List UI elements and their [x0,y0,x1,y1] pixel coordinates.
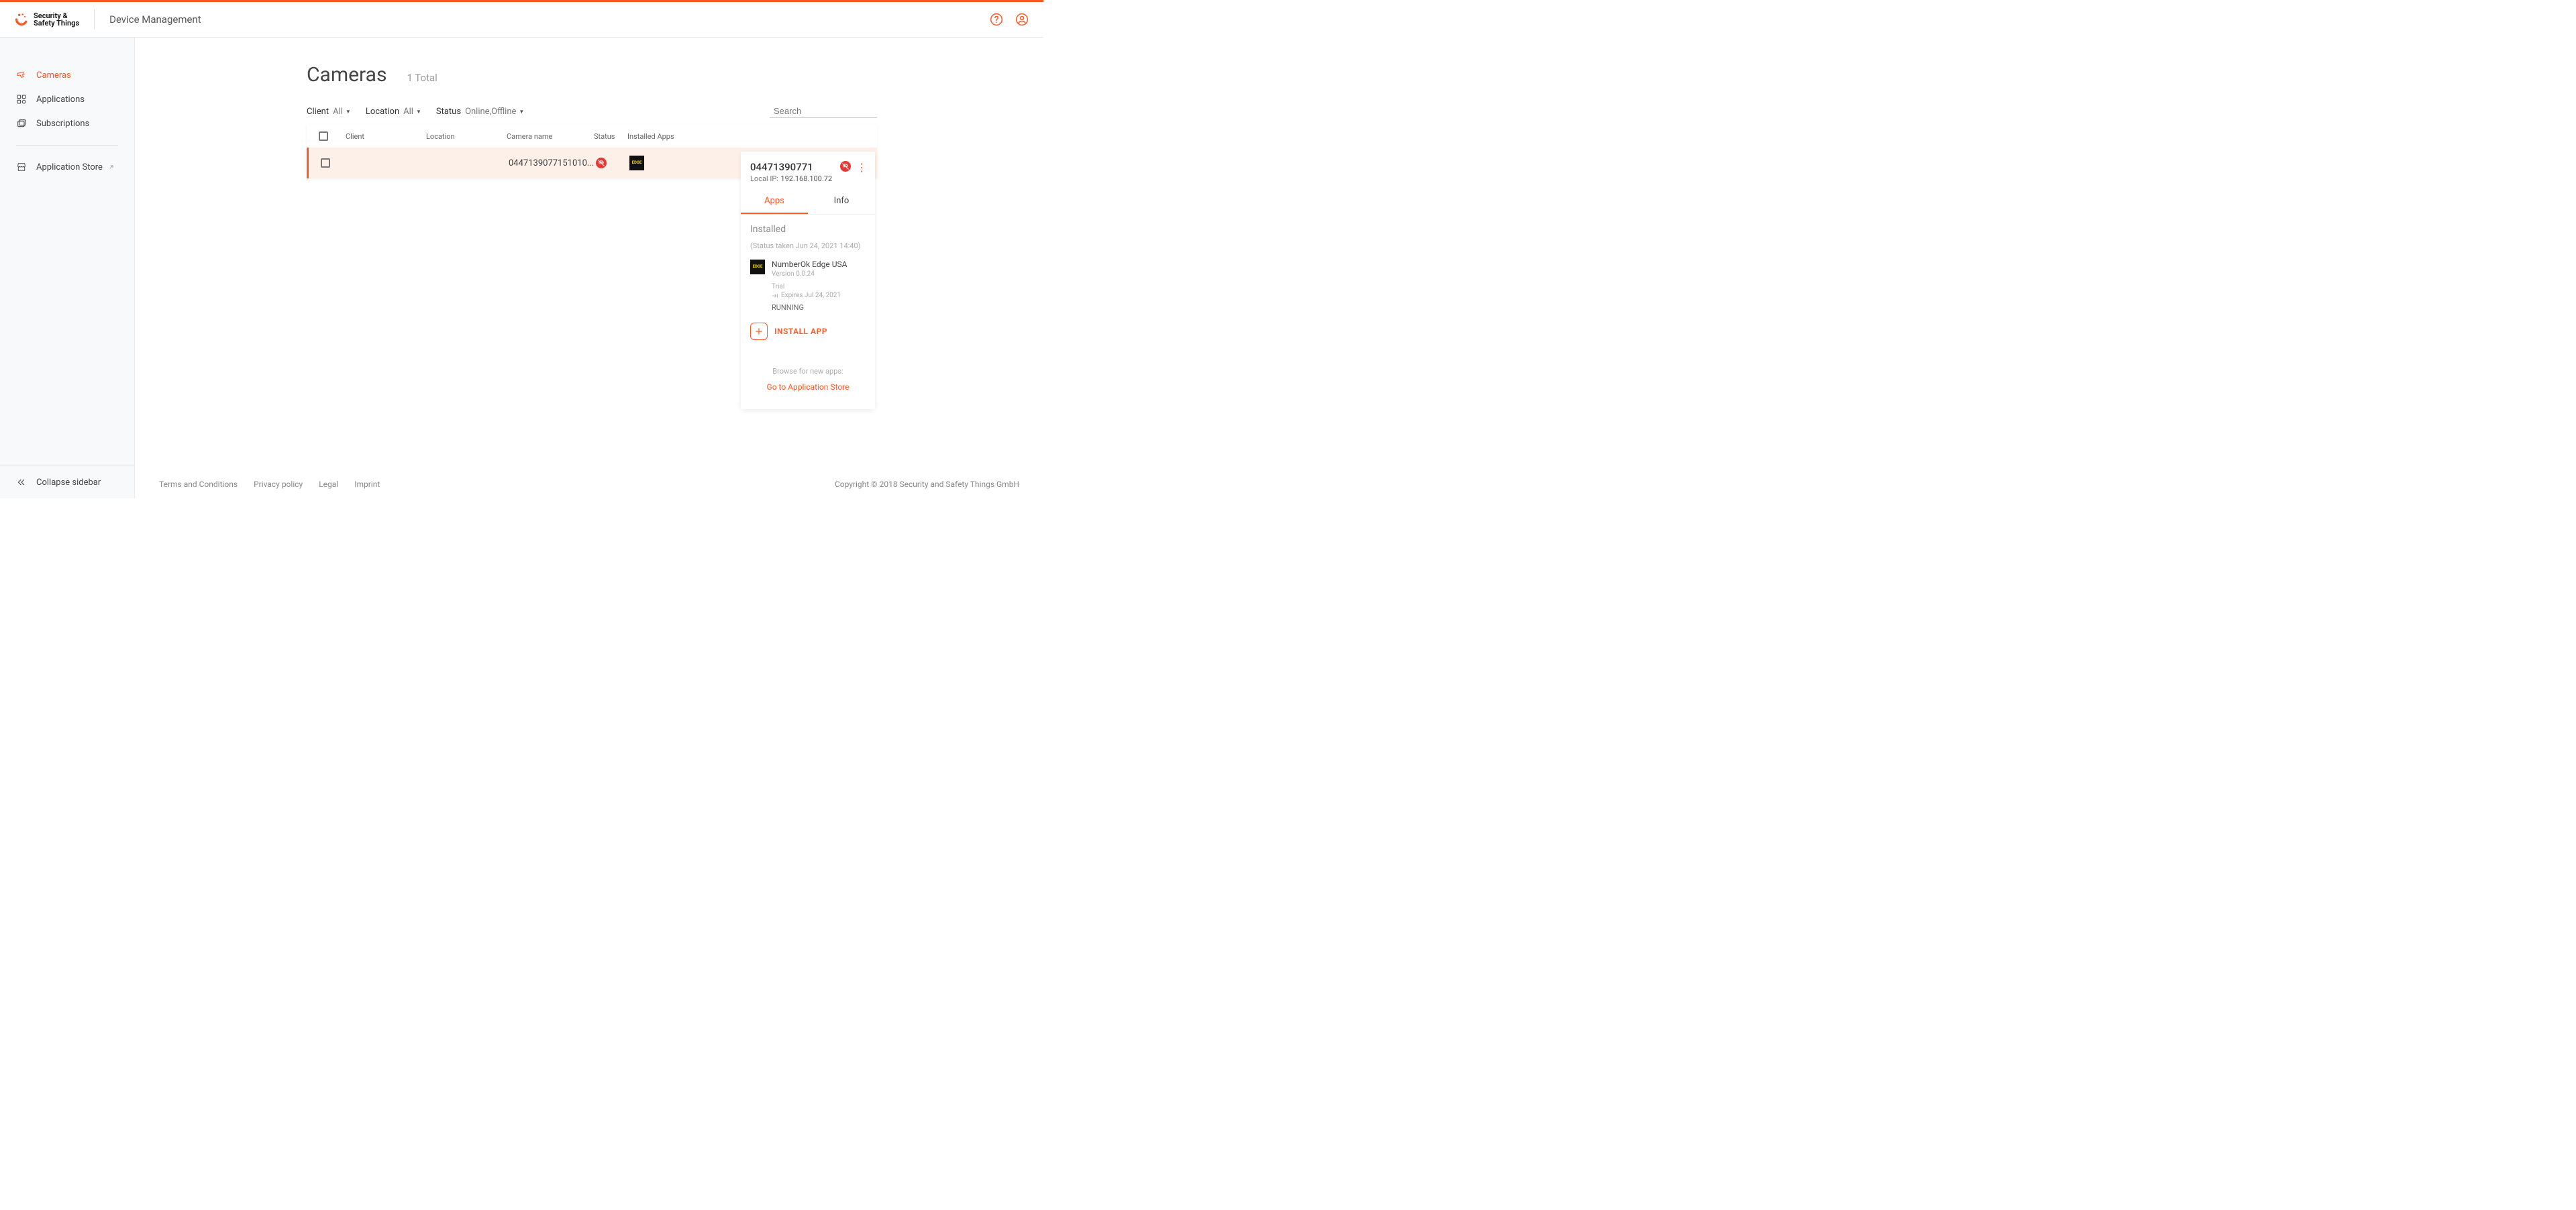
detail-ip-label: Local IP: [750,174,778,183]
app-state: RUNNING [772,303,866,312]
footer-link-privacy[interactable]: Privacy policy [254,480,303,489]
main-content: Cameras 1 Total Client All ▼ Location Al… [135,38,1043,498]
th-status[interactable]: Status [594,132,627,141]
filter-status[interactable]: Status Online,Offline ▼ [436,107,524,117]
page-title: Cameras [307,63,387,87]
filter-value: All [333,107,343,117]
camera-icon [16,70,27,80]
footer-link-legal[interactable]: Legal [319,480,338,489]
tab-apps[interactable]: Apps [741,189,808,214]
browse-apps-label: Browse for new apps: [750,367,866,376]
app-expiry: Expires Jul 24, 2021 [772,292,866,299]
th-camera-name[interactable]: Camera name [507,132,594,141]
app-name: NumberOk Edge USA [772,260,866,269]
offline-status-icon [840,161,851,172]
sidebar-item-store[interactable]: Application Store [0,155,134,179]
chevron-down-icon: ▼ [416,109,421,115]
chevron-double-left-icon [16,477,27,488]
install-app-label: INSTALL APP [774,327,827,336]
th-location[interactable]: Location [426,132,507,141]
footer-link-imprint[interactable]: Imprint [354,480,380,489]
detail-tabs: Apps Info [741,189,875,215]
sidebar-item-cameras[interactable]: Cameras [0,63,134,87]
filter-value: Online,Offline [465,107,516,117]
app-thumbnail: EDGE [750,260,765,274]
filter-label: Location [366,107,399,117]
sidebar-divider [16,145,118,146]
external-link-icon [108,164,115,170]
installed-app-item[interactable]: EDGE NumberOk Edge USA Version 0.0.24 Tr… [750,260,866,312]
cell-camera-name: 0447139077151010... [509,158,596,168]
filter-label: Client [307,107,329,117]
th-client[interactable]: Client [346,132,426,141]
cell-status [596,158,629,169]
footer-copyright: Copyright © 2018 Security and Safety Thi… [835,480,1019,489]
select-all-checkbox[interactable] [319,131,328,141]
filters-row: Client All ▼ Location All ▼ Status Onlin… [307,105,877,118]
table-header: Client Location Camera name Status Insta… [307,125,877,148]
brand-text: Security & Safety Things [34,12,79,27]
filter-client[interactable]: Client All ▼ [307,107,351,117]
detail-section-title: Installed [750,224,866,235]
filter-value: All [403,107,413,117]
help-icon[interactable] [990,13,1003,26]
sidebar-item-subscriptions[interactable]: Subscriptions [0,111,134,135]
app-trial-label: Trial [772,283,866,290]
brand-logo[interactable]: Security & Safety Things [15,12,79,27]
plus-icon [750,323,768,340]
brand-mark-icon [15,13,28,26]
row-checkbox[interactable] [321,158,330,168]
arrow-right-to-line-icon [772,292,778,299]
go-to-store-link[interactable]: Go to Application Store [750,382,866,392]
footer: Terms and Conditions Privacy policy Lega… [135,470,1043,498]
th-installed-apps[interactable]: Installed Apps [627,132,708,141]
account-icon[interactable] [1015,13,1029,26]
collapse-sidebar-button[interactable]: Collapse sidebar [0,465,134,498]
chevron-down-icon: ▼ [519,109,524,115]
nav-label: Subscriptions [36,119,89,129]
detail-status-timestamp: (Status taken Jun 24, 2021 14:40) [750,241,866,250]
app-thumbnail: EDGE [629,156,644,170]
cell-installed-apps: EDGE [629,156,710,170]
header-divider [94,9,95,30]
footer-link-terms[interactable]: Terms and Conditions [159,480,238,489]
collapse-label: Collapse sidebar [36,478,101,488]
filter-location[interactable]: Location All ▼ [366,107,421,117]
apps-icon [16,94,27,105]
store-icon [16,162,27,172]
product-title: Device Management [109,13,201,25]
nav-label: Application Store [36,162,103,172]
subscriptions-icon [16,118,27,129]
tab-info[interactable]: Info [808,189,875,214]
chevron-down-icon: ▼ [346,109,351,115]
search-field[interactable] [770,105,877,118]
page-total: 1 Total [407,72,437,84]
nav-label: Cameras [36,70,71,80]
install-app-button[interactable]: INSTALL APP [750,323,866,340]
sidebar: Cameras Applications Subscriptions [0,38,135,498]
offline-status-icon [596,158,607,168]
camera-detail-panel: 04471390771 Local IP: 192.168.100.72 ⋮ A… [741,152,875,409]
app-version: Version 0.0.24 [772,270,866,278]
detail-actions-menu[interactable]: ⋮ [856,161,867,174]
nav-label: Applications [36,95,85,105]
sidebar-item-applications[interactable]: Applications [0,87,134,111]
detail-ip-value: 192.168.100.72 [780,174,832,183]
filter-label: Status [436,107,461,117]
header: Security & Safety Things Device Manageme… [0,2,1043,38]
search-input[interactable] [774,106,892,116]
